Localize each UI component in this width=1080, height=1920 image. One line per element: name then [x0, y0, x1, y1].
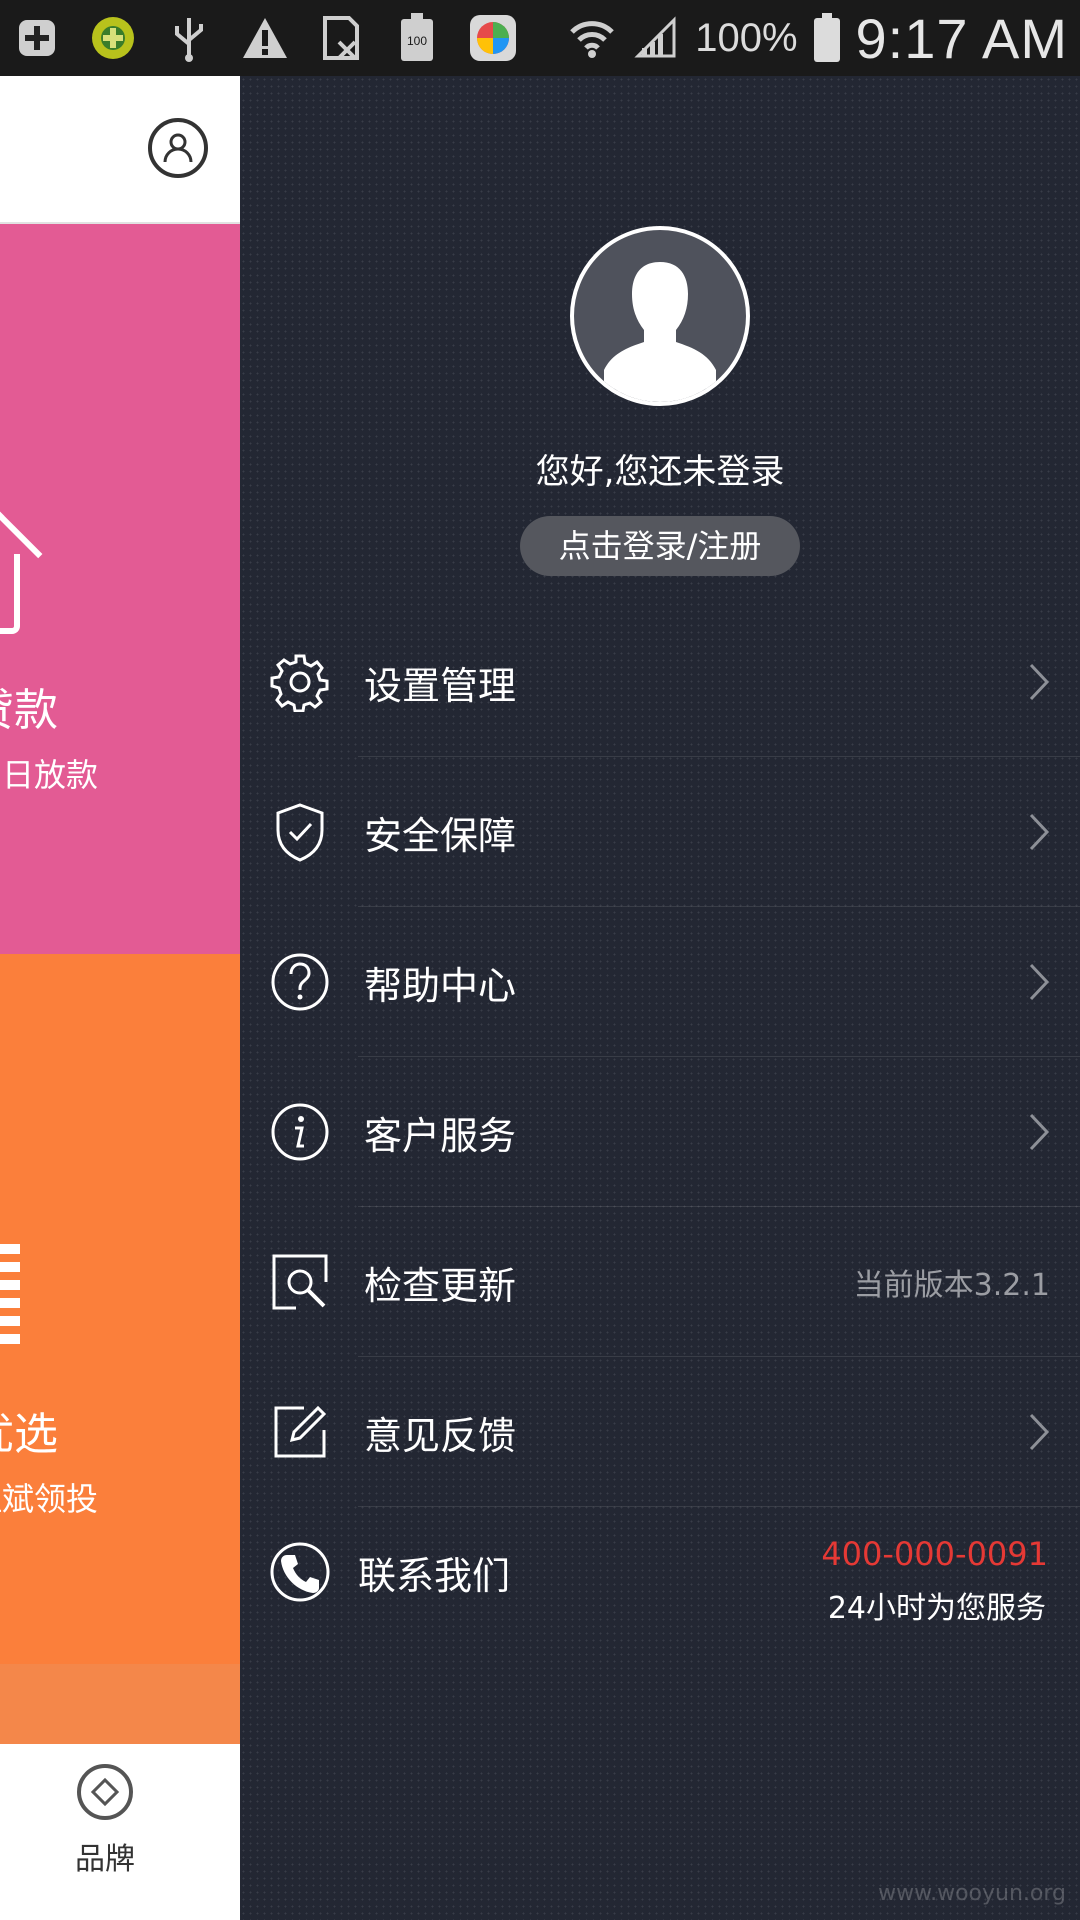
loan-card-title: 贷款	[0, 685, 58, 736]
menu-item-help[interactable]: 帮助中心	[240, 907, 1080, 1057]
background-app: 贷款 当日放款 优选 理斌领投 品牌	[0, 76, 240, 1920]
service-hours-text: 24小时为您服务	[827, 1591, 1046, 1626]
featured-card-title: 优选	[0, 1409, 58, 1460]
app-icon	[468, 13, 518, 63]
chevron-right-icon	[1024, 1410, 1054, 1454]
menu-item-contact[interactable]: 联系我们 400-000-0091 24小时为您服务	[240, 1507, 1080, 1637]
user-profile-icon[interactable]	[148, 118, 208, 178]
status-bar: 100 100% 9:17 AM	[0, 0, 1080, 76]
battery-small-badge: 100	[407, 34, 427, 48]
gear-icon	[268, 650, 332, 714]
menu-item-label: 联系我们	[358, 1553, 511, 1598]
no-sim-icon	[316, 13, 366, 63]
shield-check-icon	[268, 800, 332, 864]
watermark: www.wooyun.org	[878, 1881, 1066, 1906]
chevron-right-icon	[1024, 660, 1054, 704]
chevron-right-icon	[1024, 960, 1054, 1004]
tab-brand[interactable]: 品牌	[60, 1764, 150, 1878]
brand-icon	[77, 1764, 133, 1820]
usb-icon	[164, 13, 214, 63]
drawer-menu: 设置管理 安全保障 帮助中心 客户服务 检查更新 当前版本3.2.1 意见反馈 …	[240, 607, 1080, 1637]
menu-item-label: 意见反馈	[364, 1413, 517, 1458]
menu-item-label: 安全保障	[364, 813, 517, 858]
menu-item-label: 设置管理	[364, 663, 517, 708]
featured-card[interactable]: 优选 理斌领投	[0, 954, 240, 1744]
battery-icon	[812, 13, 842, 63]
info-circle-icon	[268, 1100, 332, 1164]
tab-brand-label: 品牌	[75, 1842, 135, 1877]
login-register-button[interactable]: 点击登录/注册	[520, 516, 800, 576]
search-update-icon	[268, 1250, 332, 1314]
clover-icon	[88, 13, 138, 63]
battery-percent: 100%	[695, 15, 798, 60]
phone-icon	[268, 1540, 332, 1604]
warning-icon	[240, 13, 290, 63]
wifi-icon	[567, 13, 617, 63]
greeting-text: 您好,您还未登录	[535, 452, 785, 492]
loan-card-subtitle: 当日放款	[0, 756, 99, 794]
current-version-text: 当前版本3.2.1	[853, 1268, 1050, 1303]
navigation-drawer: 您好,您还未登录 点击登录/注册 设置管理 安全保障 帮助中心 客户服务 检查更…	[240, 76, 1080, 1920]
help-circle-icon	[268, 950, 332, 1014]
loan-card[interactable]: 贷款 当日放款	[0, 224, 240, 954]
signal-icon	[631, 13, 681, 63]
plus-icon	[12, 13, 62, 63]
phone-number[interactable]: 400-000-0091	[821, 1535, 1048, 1573]
menu-item-feedback[interactable]: 意见反馈	[240, 1357, 1080, 1507]
menu-item-customer-service[interactable]: 客户服务	[240, 1057, 1080, 1207]
menu-item-check-update[interactable]: 检查更新 当前版本3.2.1	[240, 1207, 1080, 1357]
featured-card-subtitle: 理斌领投	[0, 1480, 99, 1518]
menu-item-label: 检查更新	[364, 1263, 517, 1308]
clock: 9:17 AM	[855, 6, 1068, 70]
battery-small-icon: 100	[392, 13, 442, 63]
menu-item-settings[interactable]: 设置管理	[240, 607, 1080, 757]
edit-icon	[268, 1400, 332, 1464]
bottom-nav: 品牌	[0, 1744, 240, 1920]
chevron-right-icon	[1024, 810, 1054, 854]
chevron-right-icon	[1024, 1110, 1054, 1154]
avatar[interactable]	[570, 226, 750, 406]
menu-item-label: 客户服务	[364, 1113, 517, 1158]
coin-stack-icon	[0, 1244, 20, 1364]
bg-header	[0, 76, 240, 224]
menu-item-label: 帮助中心	[364, 963, 517, 1008]
menu-item-security[interactable]: 安全保障	[240, 757, 1080, 907]
